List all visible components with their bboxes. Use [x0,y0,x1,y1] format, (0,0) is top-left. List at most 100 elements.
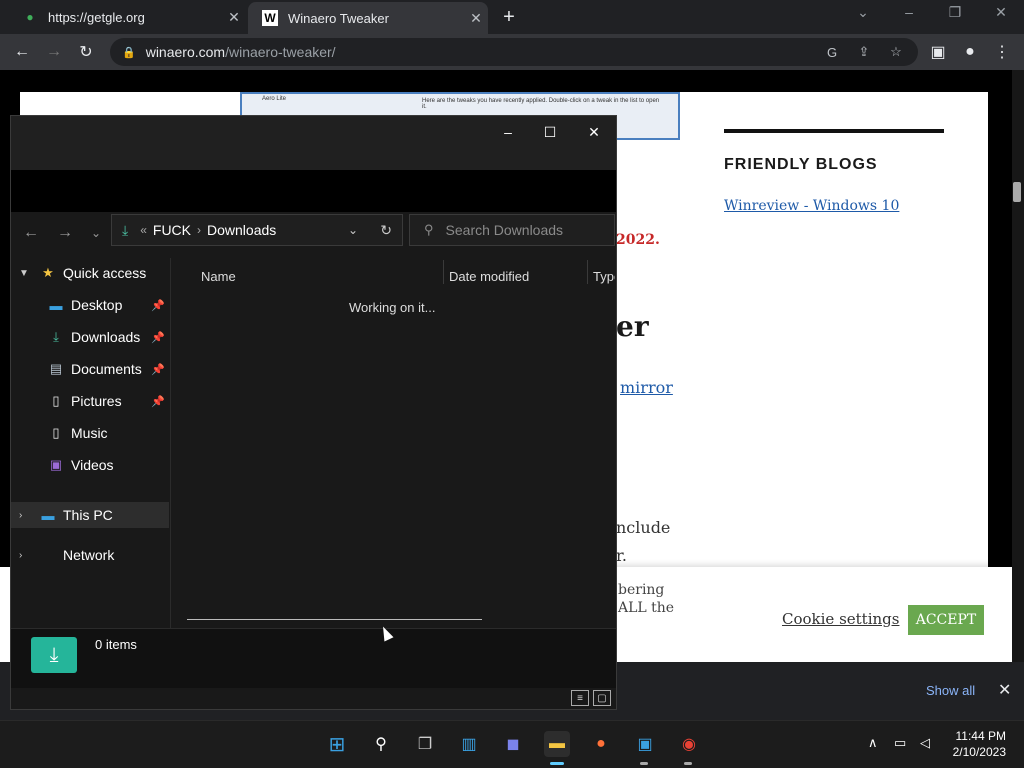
chevron-down-icon[interactable]: ▼ [19,268,33,279]
show-all-downloads-link[interactable]: Show all [926,683,975,698]
sidebar-item-downloads[interactable]: ⤓ Downloads 📌 [11,324,169,350]
accept-cookies-button[interactable]: ACCEPT [908,605,984,635]
sidebar-item-network[interactable]: › Network [11,542,169,568]
sidebar-item-label: Videos [71,457,114,473]
widgets-icon[interactable]: ▥ [456,731,482,757]
control-panel-icon[interactable]: ▣ [632,731,658,757]
sidebar-item-label: This PC [63,507,113,523]
task-view-icon[interactable]: ❐ [412,731,438,757]
google-icon[interactable]: G [822,42,842,62]
new-tab-button[interactable]: + [498,6,520,28]
details-view-icon[interactable]: ≡ [571,690,589,706]
column-separator[interactable] [443,260,444,284]
chevron-down-icon[interactable]: ⌄ [348,223,358,237]
running-app-indicator [684,762,692,765]
back-icon[interactable]: ← [23,224,39,242]
column-header-type[interactable]: Type [593,262,615,290]
recent-locations-icon[interactable]: ⌄ [91,226,101,240]
active-app-indicator [550,762,564,765]
cookie-settings-link[interactable]: Cookie settings [782,610,899,628]
tab-winaero[interactable]: W Winaero Tweaker ✕ [248,2,488,34]
show-hidden-icons-chevron-icon[interactable]: ∧ [868,735,878,751]
restore-icon[interactable]: ❐ [932,4,978,21]
computer-icon: ▬ [41,507,55,523]
maximize-icon[interactable]: ☐ [535,124,565,141]
overflow-chevron-icon[interactable]: « [140,223,147,237]
mirror-link[interactable]: mirror [620,378,673,397]
screenshot-caption-1: Aero Lite [262,96,287,102]
sidebar-item-this-pc[interactable]: › ▬ This PC [11,502,169,528]
winreview-link[interactable]: Winreview - Windows 10 [724,198,899,214]
sidebar-item-label: Pictures [71,393,122,409]
network-status-icon[interactable]: ▭ [894,735,906,751]
sidebar-item-pictures[interactable]: ▯ Pictures 📌 [11,388,169,414]
close-tab-icon[interactable]: ✕ [464,10,488,27]
reload-icon[interactable]: ↻ [74,40,98,64]
teams-chat-icon[interactable]: ◼ [500,731,526,757]
system-clock[interactable]: 11:44 PM 2/10/2023 [948,728,1006,760]
sidebar-item-label: Music [71,425,108,441]
profile-icon[interactable]: ● [958,40,982,64]
search-icon[interactable]: ⚲ [368,731,394,757]
pin-icon[interactable]: 📌 [151,363,165,376]
loading-progress-line [187,619,482,620]
close-window-icon[interactable]: ✕ [978,4,1024,21]
article-text-fragment: r. [616,546,627,565]
chevron-right-icon[interactable]: › [19,510,33,521]
page-scrollbar[interactable] [1012,70,1024,662]
menu-kebab-icon[interactable]: ⋮ [990,40,1014,64]
sidebar-item-music[interactable]: ▯ Music [11,420,169,446]
close-shelf-icon[interactable]: ✕ [998,680,1011,700]
url-host: winaero.com [145,44,226,60]
explorer-search-box[interactable]: ⚲ Search Downloads [409,214,615,246]
column-separator[interactable] [587,260,588,284]
pin-icon[interactable]: 📌 [151,395,165,408]
close-tab-icon[interactable]: ✕ [222,9,246,26]
close-window-icon[interactable]: ✕ [579,124,609,141]
ribbon-area [11,170,616,212]
chrome-icon[interactable]: ◉ [676,731,702,757]
sidebar-item-quick-access[interactable]: ▼ ★ Quick access [11,260,169,286]
sidebar-divider [724,129,944,133]
breadcrumb-root[interactable]: FUCK [153,222,191,238]
explorer-title-bar[interactable]: – ☐ ✕ [11,116,616,170]
tab-title: Winaero Tweaker [288,10,389,26]
minimize-icon[interactable]: – [886,4,932,20]
tab-getgle[interactable]: ● https://getgle.org ✕ [8,0,246,34]
lock-icon: 🔒 [122,46,136,59]
sidebar-item-videos[interactable]: ▣ Videos [11,452,169,478]
bookmark-star-icon[interactable]: ☆ [886,42,906,62]
firefox-icon[interactable]: ● [588,731,614,757]
side-panel-icon[interactable]: ▣ [926,40,950,64]
tab-search-icon[interactable]: ⌄ [840,4,886,21]
file-explorer-icon[interactable]: ▬ [544,731,570,757]
loading-status-text: Working on it... [349,300,436,315]
breadcrumb-folder[interactable]: Downloads [207,222,276,238]
volume-muted-icon[interactable]: ◁ [920,735,930,751]
tab-strip: ● https://getgle.org ✕ W Winaero Tweaker… [0,0,1024,34]
refresh-icon[interactable]: ↻ [380,222,392,239]
pin-icon[interactable]: 📌 [151,299,165,312]
column-header-date-modified[interactable]: Date modified [449,262,529,290]
back-icon[interactable]: ← [10,40,34,64]
scrollbar-thumb[interactable] [1013,182,1021,202]
forward-icon[interactable]: → [42,40,66,64]
globe-icon: ● [26,10,34,24]
picture-icon: ▯ [52,393,60,408]
explorer-navigation-bar: ← → ⌄ ⤓ « FUCK › Downloads ⌄ ↻ ⚲ Search … [11,212,616,258]
music-icon: ▯ [52,425,60,440]
start-windows-icon[interactable]: ⊞ [324,731,350,757]
minimize-icon[interactable]: – [493,124,523,140]
column-header-name[interactable]: Name [201,262,236,290]
forward-icon[interactable]: → [57,224,73,242]
sidebar-item-desktop[interactable]: ▬ Desktop 📌 [11,292,169,318]
pin-icon[interactable]: 📌 [151,331,165,344]
large-icons-view-icon[interactable]: ▢ [593,690,611,706]
winaero-favicon-icon: W [262,10,278,26]
sidebar-item-documents[interactable]: ▤ Documents 📌 [11,356,169,382]
chevron-right-icon[interactable]: › [19,550,33,561]
explorer-address-bar[interactable]: ⤓ « FUCK › Downloads ⌄ ↻ [111,214,403,246]
address-bar[interactable]: 🔒 winaero.com/winaero-tweaker/ G ⇪ ☆ [110,38,918,66]
friendly-blogs-heading: FRIENDLY BLOGS [724,156,878,173]
share-icon[interactable]: ⇪ [854,42,874,62]
